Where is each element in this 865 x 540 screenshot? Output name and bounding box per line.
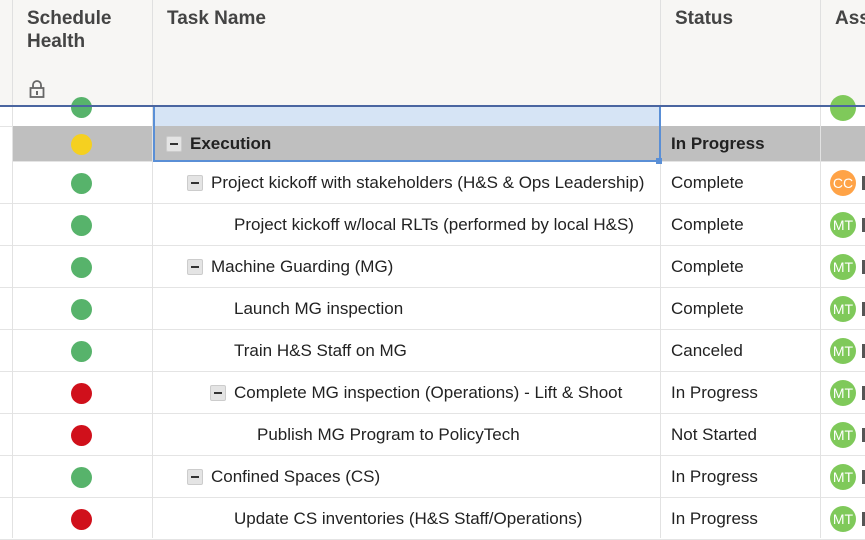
table-row[interactable]: Publish MG Program to PolicyTech Not Sta… [0, 414, 865, 456]
collapse-icon[interactable] [187, 174, 203, 191]
status-text: Not Started [671, 424, 757, 444]
frozen-header-divider [0, 105, 865, 107]
column-header-label: Ass [835, 8, 865, 29]
health-dot-green [71, 172, 92, 194]
status-text: In Progress [671, 466, 758, 486]
status-cell[interactable]: In Progress [671, 498, 816, 539]
lock-icon [29, 80, 45, 98]
grid-header: Schedule Health Task Name Status Ass [0, 0, 865, 106]
status-text: Complete [671, 256, 744, 276]
task-name-cell[interactable]: Confined Spaces (CS) [187, 456, 652, 497]
table-row[interactable]: Project kickoff w/local RLTs (performed … [0, 204, 865, 246]
task-name-cell[interactable]: Machine Guarding (MG) [187, 246, 652, 287]
task-name: Machine Guarding (MG) [211, 256, 394, 276]
health-dot-green [71, 466, 92, 488]
cell-selection-outline [153, 106, 661, 162]
table-row[interactable]: Launch MG inspection Complete MT [0, 288, 865, 330]
task-name: Launch MG inspection [234, 298, 404, 318]
task-name: Project kickoff w/local RLTs (performed … [234, 214, 634, 234]
health-dot-red [71, 424, 92, 446]
status-text: In Progress [671, 508, 758, 528]
status-text: In Progress [671, 133, 765, 153]
assignee-avatar[interactable]: MT [830, 422, 856, 448]
collapse-icon[interactable] [187, 468, 203, 485]
assignee-avatar[interactable]: MT [830, 380, 856, 406]
task-name: Update CS inventories (H&S Staff/Operati… [234, 508, 583, 528]
table-row[interactable]: Update CS inventories (H&S Staff/Operati… [0, 498, 865, 540]
status-text: Complete [671, 172, 744, 192]
avatar-initials: CC [832, 175, 854, 191]
assignee-avatar[interactable]: MT [830, 212, 856, 238]
health-dot-green [71, 256, 92, 278]
task-name: Complete MG inspection (Operations) - Li… [234, 382, 623, 402]
table-row[interactable]: Machine Guarding (MG) Complete MT [0, 246, 865, 288]
avatar-initials: MT [832, 427, 854, 443]
task-name-cell[interactable]: Publish MG Program to PolicyTech [257, 414, 652, 455]
task-name: Train H&S Staff on MG [234, 340, 407, 360]
avatar-initials: MT [832, 385, 854, 401]
health-dot-yellow [71, 133, 92, 155]
fill-handle[interactable] [656, 158, 662, 164]
column-header-schedule-health[interactable]: Schedule Health [13, 0, 153, 106]
task-name-cell[interactable]: Launch MG inspection [234, 288, 652, 329]
status-cell[interactable]: Complete [671, 288, 816, 329]
health-dot-green [71, 214, 92, 236]
avatar-initials: MT [832, 469, 854, 485]
table-row[interactable]: Train H&S Staff on MG Canceled MT [0, 330, 865, 372]
health-dot-red [71, 508, 92, 530]
column-header-label: Status [675, 8, 734, 29]
avatar-initials: MT [832, 259, 854, 275]
avatar-initials: MT [832, 217, 854, 233]
column-header-label: Schedule Health [27, 8, 112, 52]
column-header-label: Task Name [167, 8, 266, 29]
status-cell[interactable]: Complete [671, 246, 816, 287]
avatar-initials: MT [832, 301, 854, 317]
assignee-avatar[interactable]: MT [830, 338, 856, 364]
status-cell[interactable]: In Progress [671, 126, 816, 161]
task-name-cell[interactable]: Update CS inventories (H&S Staff/Operati… [234, 498, 652, 539]
health-dot-red [71, 382, 92, 404]
task-name-cell[interactable]: Project kickoff w/local RLTs (performed … [234, 204, 652, 245]
table-row[interactable]: Project kickoff with stakeholders (H&S &… [0, 162, 865, 204]
avatar-initials: MT [832, 343, 854, 359]
table-row[interactable]: Confined Spaces (CS) In Progress MT [0, 456, 865, 498]
status-cell[interactable]: Complete [671, 162, 816, 203]
status-cell[interactable]: Canceled [671, 330, 816, 371]
avatar-partial [830, 95, 856, 121]
assignee-avatar[interactable]: MT [830, 254, 856, 280]
collapse-icon[interactable] [210, 384, 226, 401]
status-text: Canceled [671, 340, 743, 360]
status-text: Complete [671, 214, 744, 234]
row-number-header [0, 0, 13, 106]
status-text: Complete [671, 298, 744, 318]
task-name-cell[interactable]: Train H&S Staff on MG [234, 330, 652, 371]
task-name-cell[interactable]: Complete MG inspection (Operations) - Li… [210, 372, 652, 413]
task-name: Publish MG Program to PolicyTech [257, 424, 520, 444]
assignee-avatar[interactable]: CC [830, 170, 856, 196]
status-cell[interactable]: In Progress [671, 372, 816, 413]
assignee-avatar[interactable]: MT [830, 296, 856, 322]
status-text: In Progress [671, 382, 758, 402]
task-name: Project kickoff with stakeholders (H&S &… [211, 172, 645, 192]
table-row[interactable]: Complete MG inspection (Operations) - Li… [0, 372, 865, 414]
status-cell[interactable]: In Progress [671, 456, 816, 497]
column-header-task-name[interactable]: Task Name [153, 0, 661, 106]
health-dot-green [71, 298, 92, 320]
avatar-initials: MT [832, 511, 854, 527]
health-dot-green [71, 97, 92, 118]
assignee-avatar[interactable]: MT [830, 464, 856, 490]
assignee-avatar[interactable]: MT [830, 506, 856, 532]
status-cell[interactable]: Not Started [671, 414, 816, 455]
task-name: Confined Spaces (CS) [211, 466, 381, 486]
column-header-status[interactable]: Status [661, 0, 821, 106]
health-dot-green [71, 340, 92, 362]
task-name-cell[interactable]: Project kickoff with stakeholders (H&S &… [187, 162, 652, 203]
column-header-assigned[interactable]: Ass [821, 0, 865, 106]
status-cell[interactable]: Complete [671, 204, 816, 245]
collapse-icon[interactable] [187, 258, 203, 275]
